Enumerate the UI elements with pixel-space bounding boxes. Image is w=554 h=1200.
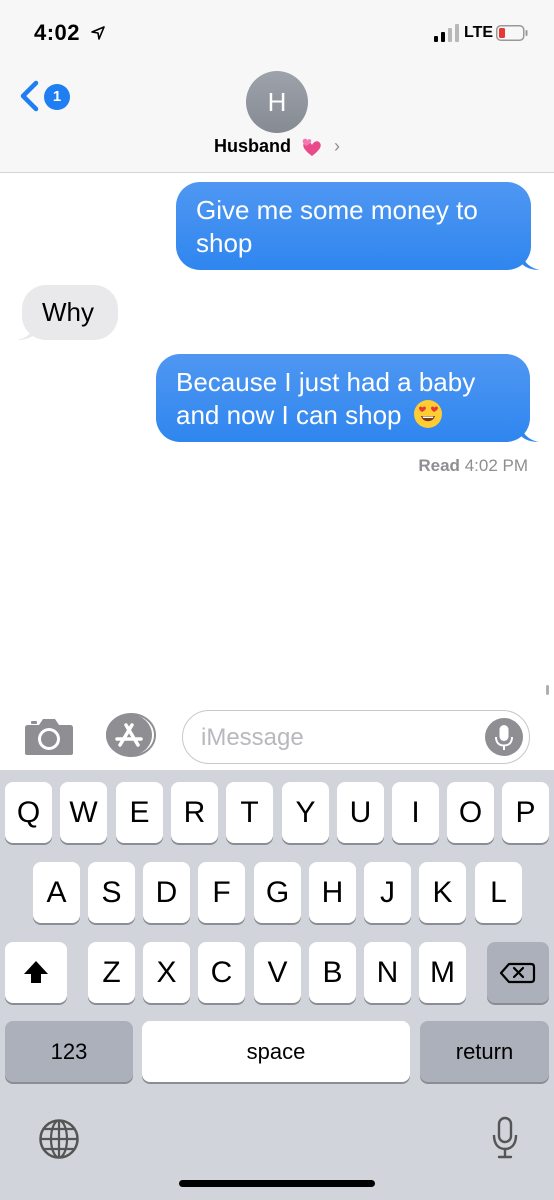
bubble-tail [521, 422, 539, 442]
key-a[interactable]: A [33, 862, 80, 923]
incoming-message-bubble[interactable]: Why [22, 285, 118, 340]
key-p[interactable]: P [502, 782, 549, 843]
input-placeholder: iMessage [201, 724, 304, 751]
back-button[interactable]: 1 [18, 76, 74, 116]
bubble-tail [17, 320, 35, 340]
shift-key[interactable] [5, 942, 67, 1003]
backspace-icon [499, 962, 536, 984]
network-type: LTE [464, 24, 494, 41]
keyboard: Q W E R T Y U I O P A S D F G H J K L Z … [0, 770, 554, 1200]
key-i[interactable]: I [392, 782, 439, 843]
key-d[interactable]: D [143, 862, 190, 923]
key-c[interactable]: C [198, 942, 245, 1003]
read-receipt: Read 4:02 PM [418, 456, 528, 476]
key-f[interactable]: F [198, 862, 245, 923]
return-key[interactable]: return [420, 1021, 549, 1082]
chevron-right-icon: › [333, 136, 340, 156]
key-o[interactable]: O [447, 782, 494, 843]
location-arrow-icon [91, 26, 105, 40]
key-u[interactable]: U [337, 782, 384, 843]
key-n[interactable]: N [364, 942, 411, 1003]
camera-icon[interactable] [24, 716, 74, 756]
shift-arrow-icon [24, 961, 48, 983]
contact-avatar[interactable]: H [246, 71, 308, 133]
numbers-key[interactable]: 123 [5, 1021, 133, 1082]
key-s[interactable]: S [88, 862, 135, 923]
key-r[interactable]: R [171, 782, 218, 843]
message-text: Why [42, 297, 94, 327]
space-key[interactable]: space [142, 1021, 410, 1082]
chevron-left-icon [20, 80, 39, 112]
key-k[interactable]: K [419, 862, 466, 923]
app-store-icon[interactable] [104, 713, 156, 757]
contact-name: Husband [214, 136, 292, 156]
key-v[interactable]: V [254, 942, 301, 1003]
battery-low-icon [496, 25, 528, 41]
key-h[interactable]: H [309, 862, 356, 923]
dictation-button[interactable] [485, 718, 523, 756]
key-b[interactable]: B [309, 942, 356, 1003]
key-l[interactable]: L [475, 862, 522, 923]
message-input[interactable]: iMessage [182, 710, 530, 764]
key-t[interactable]: T [226, 782, 273, 843]
key-m[interactable]: M [419, 942, 466, 1003]
key-g[interactable]: G [254, 862, 301, 923]
key-x[interactable]: X [143, 942, 190, 1003]
keyboard-microphone-icon[interactable] [490, 1116, 520, 1162]
key-y[interactable]: Y [282, 782, 329, 843]
outgoing-message-bubble[interactable]: Give me some money to shop [176, 182, 531, 270]
outgoing-message-bubble[interactable]: Because I just had a baby and now I can … [156, 354, 530, 442]
read-time: 4:02 PM [464, 456, 528, 475]
smiling-face-with-heart-eyes-icon [413, 400, 442, 428]
status-bar: 4:02 LTE [0, 0, 554, 62]
globe-icon[interactable] [38, 1118, 80, 1160]
two-hearts-icon [302, 138, 321, 156]
unread-badge: 1 [44, 84, 70, 110]
microphone-icon [495, 725, 513, 750]
scroll-indicator [546, 685, 549, 695]
delete-key[interactable] [487, 942, 549, 1003]
key-z[interactable]: Z [88, 942, 135, 1003]
message-text: Give me some money to shop [196, 195, 478, 258]
home-indicator[interactable] [179, 1180, 375, 1187]
signal-icon [434, 24, 459, 42]
key-q[interactable]: Q [5, 782, 52, 843]
key-j[interactable]: J [364, 862, 411, 923]
status-time: 4:02 [34, 20, 81, 45]
key-w[interactable]: W [60, 782, 107, 843]
contact-title[interactable]: Husband › [0, 136, 554, 162]
conversation-header: 1 H Husband › [0, 62, 554, 173]
key-e[interactable]: E [116, 782, 163, 843]
bubble-tail [522, 250, 540, 270]
read-label: Read [418, 456, 460, 475]
